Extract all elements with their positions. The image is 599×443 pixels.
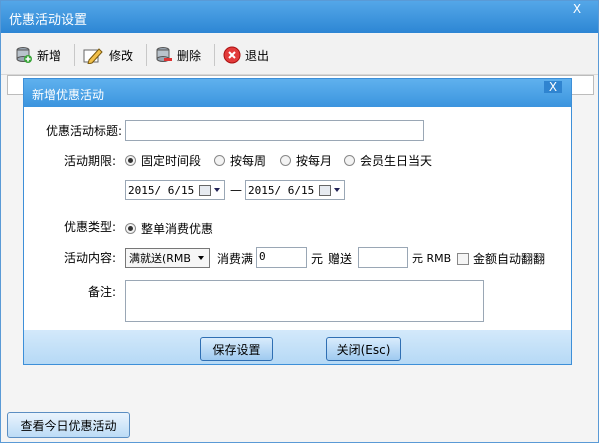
note-textarea[interactable] <box>125 280 484 322</box>
content-select-value: 满就送(RMB <box>129 252 191 265</box>
spend-amount-input[interactable]: 0 <box>256 247 307 268</box>
gift-unit-label: 元 RMB <box>412 252 452 265</box>
view-today-promotions-button[interactable]: 查看今日优惠活动 <box>7 412 130 438</box>
period-option-label: 会员生日当天 <box>360 154 433 168</box>
database-add-icon <box>15 46 33 64</box>
period-radio-birthday[interactable]: 会员生日当天 <box>344 152 432 169</box>
delete-button-label: 删除 <box>177 48 202 63</box>
dialog-close-icon[interactable]: X <box>544 81 562 93</box>
radio-unselected-icon <box>214 155 225 166</box>
note-label: 备注: <box>87 285 116 299</box>
period-radio-monthly[interactable]: 按每月 <box>280 152 332 169</box>
toolbar-separator <box>214 44 215 66</box>
period-radio-weekly[interactable]: 按每周 <box>214 152 266 169</box>
start-date-value: 2015/ 6/15 <box>128 183 195 197</box>
chevron-down-icon <box>198 256 204 260</box>
delete-button[interactable]: 删除 <box>155 44 201 66</box>
auto-double-label: 金额自动翻翻 <box>473 252 546 266</box>
window-close-icon[interactable]: X <box>572 3 582 15</box>
spend-unit-label: 元 <box>311 252 324 266</box>
toolbar: 新增 修改 删除 退出 <box>1 34 598 75</box>
add-button[interactable]: 新增 <box>15 44 61 66</box>
edit-pencil-icon <box>83 46 105 65</box>
radio-unselected-icon <box>280 155 291 166</box>
toolbar-separator <box>146 44 147 66</box>
type-radio-whole-order[interactable]: 整单消费优惠 <box>125 220 213 237</box>
window-title: 优惠活动设置 <box>9 13 88 28</box>
gift-amount-input[interactable] <box>358 247 408 268</box>
close-dialog-label: 关闭(Esc) <box>336 342 391 357</box>
dialog-footer: 保存设置 关闭(Esc) <box>24 330 571 364</box>
end-date-picker[interactable]: 2015/ 6/15 <box>245 180 345 200</box>
period-option-label: 按每月 <box>296 154 333 168</box>
add-promotion-dialog: 新增优惠活动 X 优惠活动标题: 活动期限: 固定时间段 按每周 按每月 会员生… <box>23 78 572 365</box>
exit-button[interactable]: 退出 <box>223 44 269 66</box>
spend-label: 消费满 <box>217 252 254 266</box>
gift-label: 赠送 <box>328 252 353 266</box>
close-dialog-button[interactable]: 关闭(Esc) <box>326 337 401 361</box>
dialog-title: 新增优惠活动 <box>32 88 105 102</box>
date-range-separator: — <box>230 183 242 197</box>
radio-unselected-icon <box>344 155 355 166</box>
promotion-title-label: 优惠活动标题: <box>45 124 122 138</box>
type-option-label: 整单消费优惠 <box>141 222 214 236</box>
database-delete-icon <box>155 46 173 64</box>
window-titlebar: 优惠活动设置 X <box>1 1 598 33</box>
checkbox-unchecked-icon <box>457 252 469 265</box>
toolbar-separator <box>74 44 75 66</box>
calendar-icon <box>319 184 331 196</box>
period-label: 活动期限: <box>63 154 116 168</box>
radio-selected-icon <box>125 155 136 166</box>
chevron-down-icon <box>214 188 220 192</box>
start-date-picker[interactable]: 2015/ 6/15 <box>125 180 225 200</box>
period-option-label: 按每周 <box>230 154 267 168</box>
end-date-value: 2015/ 6/15 <box>248 183 315 197</box>
calendar-icon <box>199 184 211 196</box>
edit-button-label: 修改 <box>109 48 134 63</box>
save-settings-label: 保存设置 <box>212 342 261 357</box>
exit-button-label: 退出 <box>245 48 270 63</box>
promotion-type-label: 优惠类型: <box>63 220 116 234</box>
exit-icon <box>223 46 241 64</box>
save-settings-button[interactable]: 保存设置 <box>200 337 273 361</box>
add-button-label: 新增 <box>37 48 62 63</box>
period-radio-fixed[interactable]: 固定时间段 <box>125 152 201 169</box>
period-option-label: 固定时间段 <box>141 154 202 168</box>
content-select[interactable]: 满就送(RMB <box>125 248 210 268</box>
dialog-titlebar: 新增优惠活动 X <box>24 79 571 107</box>
edit-button[interactable]: 修改 <box>83 44 133 66</box>
content-label: 活动内容: <box>63 251 116 265</box>
auto-double-checkbox[interactable]: 金额自动翻翻 <box>457 250 545 267</box>
chevron-down-icon <box>334 188 340 192</box>
promotion-title-input[interactable] <box>125 120 424 141</box>
view-today-promotions-label: 查看今日优惠活动 <box>20 418 117 433</box>
radio-selected-icon <box>125 223 136 234</box>
